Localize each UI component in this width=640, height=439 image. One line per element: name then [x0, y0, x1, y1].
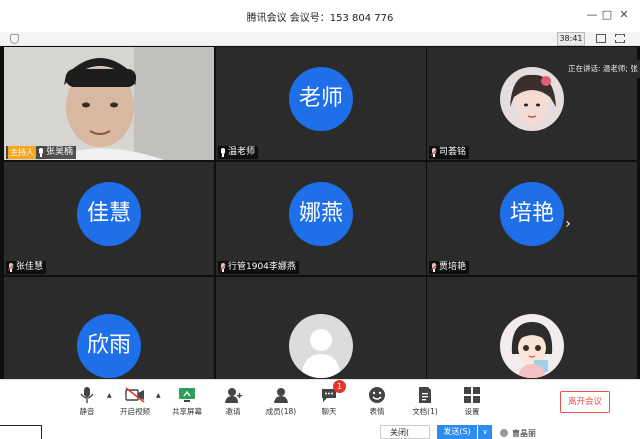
participant-label: 行管1904李娜燕	[218, 261, 299, 274]
chat-label: 聊天	[321, 407, 337, 416]
send-options-dropdown[interactable]: ∨	[478, 425, 492, 439]
share-screen-button[interactable]: 共享屏幕	[168, 386, 206, 417]
background-window-edge	[0, 425, 42, 439]
participant-name: 张佳慧	[16, 262, 44, 272]
chat-contact-name: 曹晶丽	[512, 429, 536, 438]
invite-button[interactable]: 邀请	[216, 386, 250, 417]
video-button[interactable]: 开启视频	[116, 386, 154, 417]
participant-name: 司荟铭	[439, 147, 467, 157]
participant-name: 温老师	[228, 147, 256, 157]
avatar	[500, 313, 564, 378]
emoji-label: 表情	[369, 407, 385, 416]
avatar	[500, 66, 564, 131]
mic-muted-icon	[7, 263, 15, 272]
mic-options-caret[interactable]: ▲	[107, 392, 112, 399]
video-label: 开启视频	[120, 407, 150, 416]
maximize-button[interactable]: □	[600, 8, 614, 21]
host-badge: 主持人	[8, 146, 36, 159]
user-avatar	[500, 429, 508, 437]
participant-label: 贾培艳	[429, 261, 470, 274]
mute-button[interactable]: 静音	[70, 386, 104, 417]
layout-icon[interactable]	[596, 34, 606, 43]
settings-button[interactable]: 设置	[455, 386, 489, 417]
default-avatar-icon	[289, 313, 353, 378]
mic-icon	[38, 148, 44, 157]
meeting-toolbar: 静音 ▲ 开启视频 ▲ 共享屏幕 邀请 成员(18) 1 聊天 表情 文档(1)…	[0, 379, 640, 425]
video-grid: 主持人 张昊楠 老师 温老师 司荟铭 佳慧 张佳慧 娜燕 行管1904李娜燕 培…	[0, 46, 640, 379]
participant-tile[interactable]	[216, 277, 426, 379]
avatar: 欣雨	[77, 313, 141, 378]
participant-tile[interactable]: 主持人 张昊楠	[4, 47, 214, 160]
leave-meeting-button[interactable]: 离开会议	[560, 391, 610, 413]
participant-tile[interactable]: 欣雨	[4, 277, 214, 379]
mic-muted-icon	[430, 148, 438, 157]
speaking-indicator: 正在讲话: 温老师; 张	[562, 60, 640, 78]
participant-label: 司荟铭	[429, 146, 470, 159]
share-screen-icon	[178, 386, 196, 404]
documents-button[interactable]: 文档(1)	[408, 386, 442, 417]
chat-icon: 1	[320, 380, 346, 404]
members-label: 成员(18)	[265, 407, 297, 416]
video-options-caret[interactable]: ▲	[156, 392, 161, 399]
chat-unread-badge: 1	[333, 380, 346, 393]
avatar: 娜燕	[289, 181, 353, 246]
info-bar	[0, 32, 640, 46]
meeting-timer: 38:41	[557, 32, 585, 46]
chat-button[interactable]: 1 聊天	[312, 380, 346, 417]
settings-label: 设置	[464, 407, 480, 416]
documents-label: 文档(1)	[412, 407, 438, 416]
participant-label: 温老师	[218, 146, 259, 159]
members-icon	[272, 386, 290, 404]
smiley-icon	[368, 386, 386, 404]
microphone-icon	[78, 386, 96, 404]
mic-muted-icon	[430, 263, 438, 272]
avatar: 佳慧	[77, 181, 141, 246]
camera-off-icon	[124, 386, 146, 404]
settings-grid-icon	[463, 386, 481, 404]
members-button[interactable]: 成员(18)	[264, 386, 298, 417]
share-label: 共享屏幕	[172, 407, 202, 416]
participant-tile[interactable]	[427, 277, 637, 379]
close-button[interactable]: ✕	[617, 8, 631, 21]
meeting-window: 腾讯会议 会议号：153 804 776 — □ ✕ 38:41 主持人 张昊楠…	[0, 0, 640, 439]
invite-label: 邀请	[225, 407, 241, 416]
mic-icon	[220, 148, 226, 157]
shield-icon[interactable]	[10, 34, 19, 44]
video-feed	[4, 47, 214, 160]
participant-name: 贾培艳	[439, 262, 467, 272]
avatar: 培艳	[500, 181, 564, 246]
bottom-strip	[0, 425, 640, 439]
title-bar: 腾讯会议 会议号：153 804 776 — □ ✕	[0, 0, 640, 32]
participant-label: 张佳慧	[6, 261, 47, 274]
document-icon	[416, 386, 434, 404]
participant-name: 行管1904李娜燕	[228, 262, 296, 272]
participant-tile[interactable]: 老师 温老师	[216, 47, 426, 160]
emoji-button[interactable]: 表情	[360, 386, 394, 417]
avatar: 老师	[289, 66, 353, 131]
participant-name: 张昊楠	[46, 147, 74, 157]
mute-label: 静音	[79, 407, 95, 416]
send-button[interactable]: 发送(S)	[437, 425, 477, 439]
participant-tile[interactable]: 佳慧 张佳慧	[4, 162, 214, 275]
participant-tile[interactable]: 娜燕 行管1904李娜燕	[216, 162, 426, 275]
mic-muted-icon	[219, 263, 227, 272]
fullscreen-icon[interactable]	[615, 34, 625, 43]
participant-tile[interactable]: 培艳 贾培艳	[427, 162, 637, 275]
next-page-arrow[interactable]: ›	[561, 214, 575, 234]
add-user-icon	[224, 386, 242, 404]
window-title: 腾讯会议 会议号：153 804 776	[246, 13, 394, 24]
participant-label: 主持人 张昊楠	[6, 146, 77, 159]
minimize-button[interactable]: —	[585, 8, 599, 21]
close-chat-label: 关闭(	[390, 428, 410, 437]
